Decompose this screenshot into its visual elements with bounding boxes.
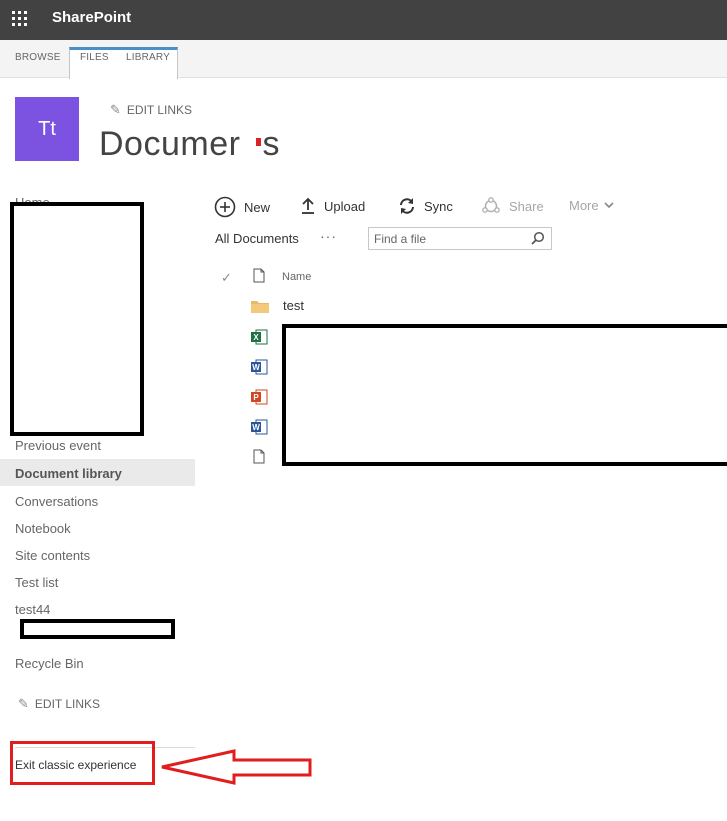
nav-item-conversations[interactable]: Conversations: [15, 494, 98, 509]
tab-files[interactable]: FILES: [80, 52, 109, 63]
exit-classic-experience-link[interactable]: Exit classic experience: [15, 758, 136, 772]
list-item-name[interactable]: test: [283, 298, 304, 313]
svg-text:P: P: [253, 393, 259, 402]
sync-button-label: Sync: [424, 198, 453, 214]
tab-browse[interactable]: BROWSE: [15, 52, 61, 63]
search-input[interactable]: [369, 228, 519, 249]
view-options-ellipsis-icon[interactable]: ···: [320, 228, 337, 244]
edit-links-label: EDIT LINKS: [34, 697, 101, 711]
more-button[interactable]: More: [569, 198, 614, 213]
share-button-label: Share: [509, 198, 544, 214]
svg-text:W: W: [252, 423, 260, 432]
pencil-icon: ✎: [18, 696, 29, 711]
ribbon: BROWSE FILES LIBRARY: [0, 40, 727, 79]
redaction-mark: [256, 138, 261, 146]
share-button[interactable]: Share: [481, 197, 544, 215]
edit-links-bottom[interactable]: ✎ EDIT LINKS: [18, 696, 100, 712]
upload-button-label: Upload: [324, 198, 366, 214]
nav-item-document-library[interactable]: Document library: [15, 466, 122, 481]
brand-title[interactable]: SharePoint: [52, 9, 131, 26]
annotation-arrow-icon: [161, 749, 312, 785]
word-file-icon: W: [251, 359, 268, 380]
svg-text:W: W: [252, 363, 260, 372]
select-all-checkmark-icon[interactable]: ✓: [221, 270, 232, 286]
excel-file-icon: X: [251, 329, 268, 350]
redaction-box-nav: [10, 202, 144, 436]
page-title-tail: s: [262, 125, 280, 163]
sync-icon: [398, 197, 416, 215]
new-button-label: New: [244, 199, 271, 215]
powerpoint-file-icon: P: [251, 389, 268, 410]
tab-library[interactable]: LIBRARY: [126, 52, 170, 63]
suite-bar: SharePoint: [0, 0, 727, 40]
new-button[interactable]: New: [214, 196, 270, 218]
edit-links-top[interactable]: ✎ EDIT LINKS: [110, 102, 192, 118]
nav-item-notebook[interactable]: Notebook: [15, 521, 71, 536]
redaction-box-nav-item: [20, 619, 175, 639]
plus-circle-icon: [214, 196, 236, 218]
more-button-label: More: [569, 198, 599, 213]
share-icon: [481, 197, 501, 215]
search-icon[interactable]: [531, 231, 545, 250]
edit-links-label: EDIT LINKS: [126, 103, 193, 117]
chevron-down-icon: [604, 202, 614, 209]
upload-icon: [300, 197, 316, 215]
redaction-box-file-names: [282, 324, 727, 466]
folder-icon: [251, 299, 269, 318]
upload-button[interactable]: Upload: [300, 197, 365, 215]
nav-item-recycle-bin[interactable]: Recycle Bin: [15, 656, 84, 671]
waffle-icon[interactable]: [12, 11, 28, 27]
page-title-text: Documer: [99, 125, 241, 163]
generic-file-icon: [253, 449, 265, 469]
word-file-icon: W: [251, 419, 268, 440]
nav-item-test44[interactable]: test44: [15, 602, 50, 617]
sync-button[interactable]: Sync: [398, 197, 453, 215]
site-logo[interactable]: Tt: [15, 97, 79, 161]
view-selector-all-documents[interactable]: All Documents: [215, 231, 299, 246]
file-type-header-icon: [253, 268, 265, 288]
nav-item-previous-event[interactable]: Previous event: [15, 438, 101, 453]
nav-item-site-contents[interactable]: Site contents: [15, 548, 90, 563]
nav-item-test-list[interactable]: Test list: [15, 575, 58, 590]
search-box: [368, 227, 552, 250]
pencil-icon: ✎: [110, 102, 121, 117]
svg-text:X: X: [253, 333, 259, 342]
column-header-name[interactable]: Name: [282, 271, 311, 283]
page-title: Documer s: [99, 125, 280, 164]
